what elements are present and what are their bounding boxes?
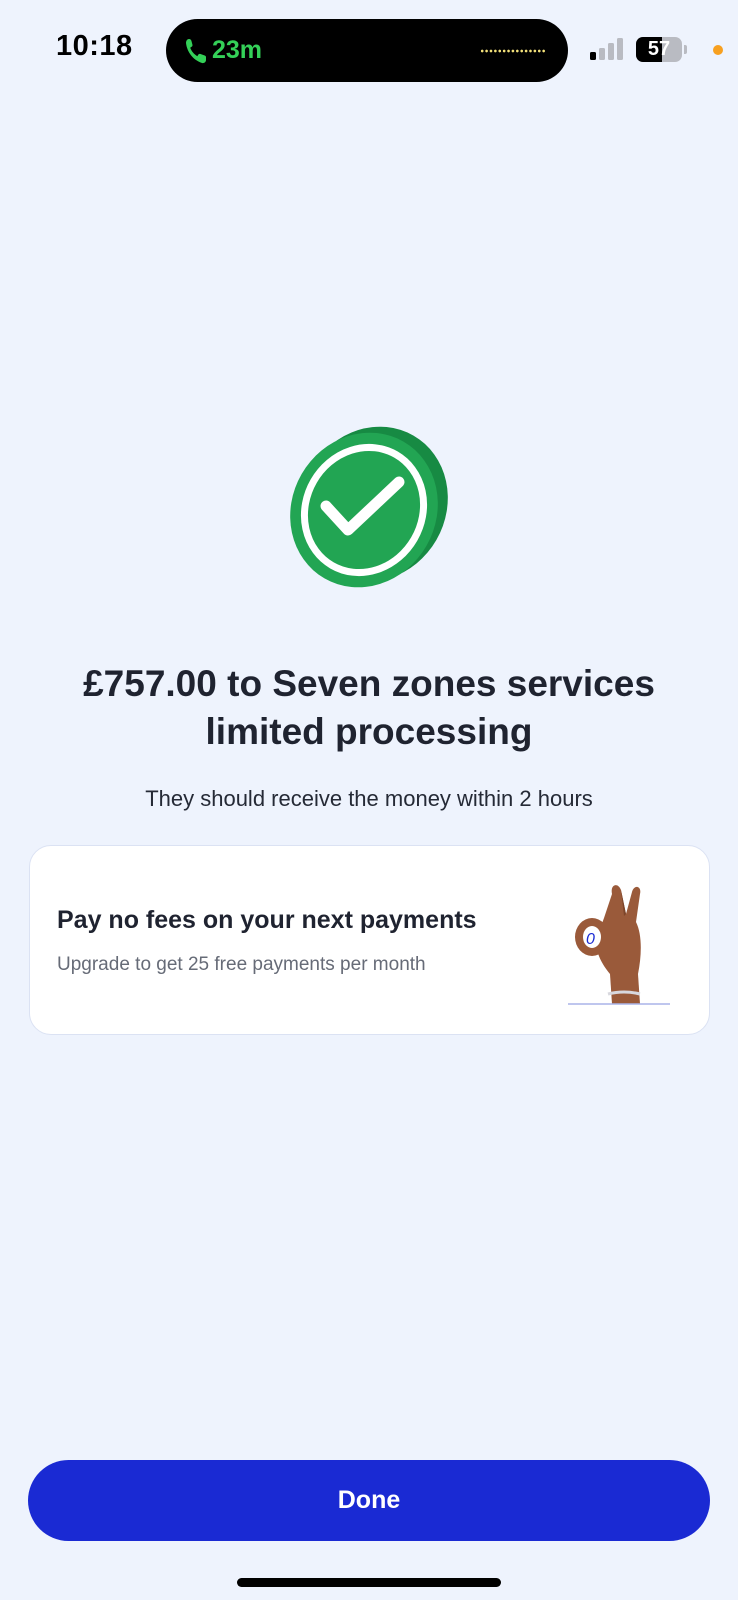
payment-success-screen: 10:18 23m 57 £757.00 to Seven zones serv… bbox=[0, 0, 738, 1600]
done-button[interactable]: Done bbox=[28, 1460, 710, 1541]
upgrade-promo-card[interactable]: Pay no fees on your next payments Upgrad… bbox=[29, 845, 710, 1035]
battery-tip bbox=[684, 45, 687, 54]
phone-icon bbox=[186, 39, 206, 64]
svg-text:0: 0 bbox=[586, 931, 595, 948]
checkmark-circle-icon bbox=[290, 426, 448, 588]
promo-title: Pay no fees on your next payments bbox=[57, 906, 477, 934]
signal-icon bbox=[590, 38, 623, 60]
home-indicator[interactable] bbox=[237, 1578, 501, 1587]
status-time: 10:18 bbox=[56, 30, 133, 62]
privacy-indicator-dot bbox=[713, 45, 723, 55]
dynamic-island-call[interactable]: 23m bbox=[166, 19, 568, 82]
call-duration: 23m bbox=[212, 36, 263, 64]
ok-hand-icon: 0 bbox=[568, 885, 670, 1005]
battery-icon: 57 bbox=[636, 37, 682, 62]
battery-percent: 57 bbox=[647, 38, 671, 60]
payment-subtitle: They should receive the money within 2 h… bbox=[145, 786, 593, 811]
payment-headline: £757.00 to Seven zones services limited … bbox=[83, 663, 655, 752]
audio-waveform-icon bbox=[480, 49, 546, 53]
promo-subtitle: Upgrade to get 25 free payments per mont… bbox=[57, 954, 426, 975]
